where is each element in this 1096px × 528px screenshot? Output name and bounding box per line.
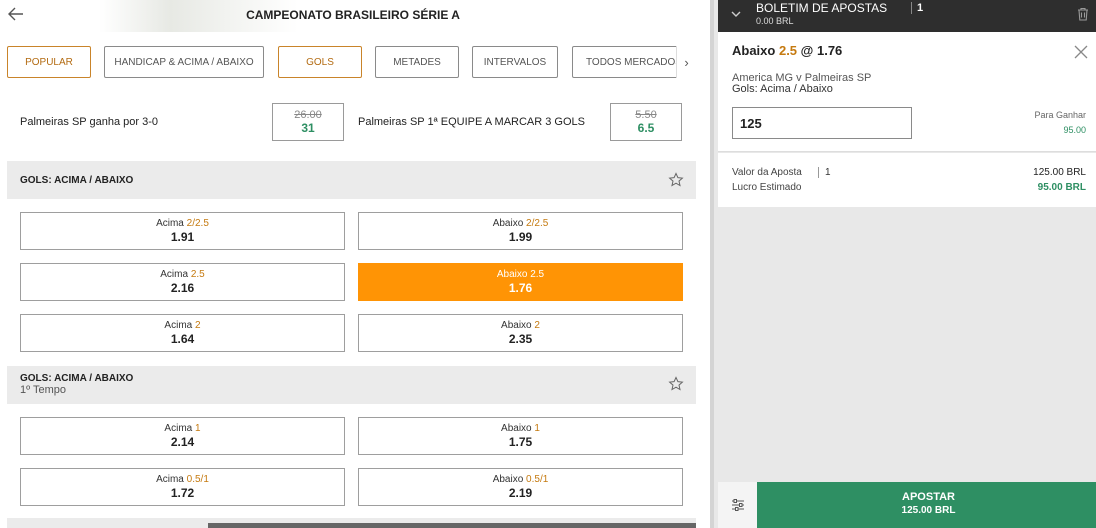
odds-button[interactable]: Acima 1 2.14 [20,417,345,455]
odds-button[interactable]: Acima 2 1.64 [20,314,345,352]
odds-button[interactable]: Abaixo 1 1.75 [358,417,683,455]
horizontal-scrollbar[interactable] [208,523,696,528]
place-bet-label: APOSTAR [902,491,955,503]
stake-total-value: 125.00 BRL [1033,167,1086,178]
place-bet-button[interactable]: APOSTAR 125.00 BRL [757,482,1096,528]
odds-side: Abaixo [496,269,528,280]
section-header[interactable]: GOLS: ACIMA / ABAIXO [7,161,696,199]
special-odds-button[interactable]: 5.50 6.5 [610,103,682,141]
pick-line: 2.5 [778,43,798,58]
to-win-value: 95.00 [1063,125,1086,135]
odds-button[interactable]: Acima 2/2.5 1.91 [20,212,345,250]
tab-metades[interactable]: METADES [375,46,459,78]
odds-side: Abaixo [492,218,524,229]
place-bet-amount: 125.00 BRL [901,505,956,516]
betslip-balance: 0.00 BRL [756,16,794,26]
odds-value: 1.91 [170,230,195,244]
pick-odds: 1.76 [816,43,843,58]
to-win-label: Para Ganhar [1034,110,1086,120]
odds-button[interactable]: Abaixo 2/2.5 1.99 [358,212,683,250]
bet-market: Gols: Acima / Abaixo [732,83,833,95]
bet-card: Abaixo 2.5 @ 1.76 America MG v Palmeiras… [718,32,1096,152]
stake-count: 1 [818,167,831,178]
odds-button-selected[interactable]: Abaixo 2.5 1.76 [358,263,683,301]
odds-value: 1.76 [508,281,533,295]
odds-value: 1.64 [170,332,195,346]
chevron-down-icon[interactable] [730,8,742,20]
pick-side: Abaixo [732,43,776,58]
odds-side: Abaixo [501,423,532,434]
tab-handicap[interactable]: HANDICAP & ACIMA / ABAIXO [104,46,264,78]
trash-icon[interactable] [1076,6,1090,22]
app: CAMPEONATO BRASILEIRO SÉRIE A POPULAR HA… [0,0,1096,528]
odds-button[interactable]: Abaixo 0.5/1 2.19 [358,468,683,506]
odds-line: 2.5 [190,269,205,280]
profit-value: 95.00 BRL [1037,182,1086,193]
close-icon[interactable] [1074,45,1088,59]
odds-line: 2 [195,320,201,331]
odds-value: 2.14 [170,435,195,449]
odds-line: 0.5/1 [526,474,549,485]
odds-line: 1 [534,423,540,434]
section-title: GOLS: ACIMA / ABAIXO [20,373,134,384]
odds-value: 1.75 [508,435,533,449]
odds-button[interactable]: Abaixo 2 2.35 [358,314,683,352]
odds-value: 1.99 [508,230,533,244]
page-title: CAMPEONATO BRASILEIRO SÉRIE A [246,8,460,22]
odds-side: Acima [160,269,189,280]
star-icon[interactable] [668,172,684,188]
market-panel: CAMPEONATO BRASILEIRO SÉRIE A POPULAR HA… [0,0,710,528]
boosted-odds: 31 [301,121,315,135]
odds-side: Acima [156,474,184,485]
stake-input[interactable] [732,107,912,139]
section-header[interactable]: GOLS: ACIMA / ABAIXO 1º Tempo [7,366,696,404]
old-odds: 5.50 [635,109,657,121]
odds-line: 2.5 [530,269,545,280]
odds-side: Abaixo [501,320,532,331]
tabs-scroll-right[interactable]: › [676,46,696,78]
special-label: Palmeiras SP 1ª EQUIPE A MARCAR 3 GOLS [358,116,586,128]
special-label: Palmeiras SP ganha por 3-0 [20,116,158,128]
odds-value: 1.72 [170,486,195,500]
boosted-odds: 6.5 [637,121,655,135]
odds-button[interactable]: Acima 2.5 2.16 [20,263,345,301]
odds-line: 1 [195,423,201,434]
tab-popular[interactable]: POPULAR [7,46,91,78]
odds-value: 2.16 [170,281,195,295]
odds-line: 0.5/1 [186,474,209,485]
bet-summary: Valor da Aposta 1 125.00 BRL Lucro Estim… [718,153,1096,207]
sliders-icon [731,499,744,511]
odds-side: Abaixo [492,474,524,485]
odds-side: Acima [164,423,193,434]
settings-button[interactable] [718,482,757,528]
odds-side: Acima [164,320,193,331]
betslip-header[interactable]: BOLETIM DE APOSTAS 1 0.00 BRL [718,0,1096,32]
star-icon[interactable] [668,376,684,392]
pick-at: @ [800,43,814,58]
betslip-panel: BOLETIM DE APOSTAS 1 0.00 BRL Abaixo 2.5… [710,0,1096,528]
old-odds: 26.00 [294,109,322,121]
tab-intervalos[interactable]: INTERVALOS [472,46,558,78]
betslip-count: 1 [911,2,923,14]
odds-value: 2.35 [508,332,533,346]
betslip-title: BOLETIM DE APOSTAS [756,1,888,15]
bet-pick: Abaixo 2.5 @ 1.76 [732,43,842,58]
tab-gols[interactable]: GOLS [278,46,362,78]
odds-value: 2.19 [508,486,533,500]
section-title: GOLS: ACIMA / ABAIXO [20,175,134,186]
section-subtitle: 1º Tempo [20,384,67,396]
odds-button[interactable]: Acima 0.5/1 1.72 [20,468,345,506]
special-odds-button[interactable]: 26.00 31 [272,103,344,141]
stake-total-label: Valor da Aposta [732,167,802,178]
odds-side: Acima [156,218,184,229]
page-header: CAMPEONATO BRASILEIRO SÉRIE A [0,0,710,32]
odds-line: 2/2.5 [526,218,549,229]
odds-line: 2/2.5 [186,218,209,229]
chevron-right-icon: › [684,54,689,70]
odds-line: 2 [534,320,540,331]
profit-label: Lucro Estimado [732,182,802,193]
